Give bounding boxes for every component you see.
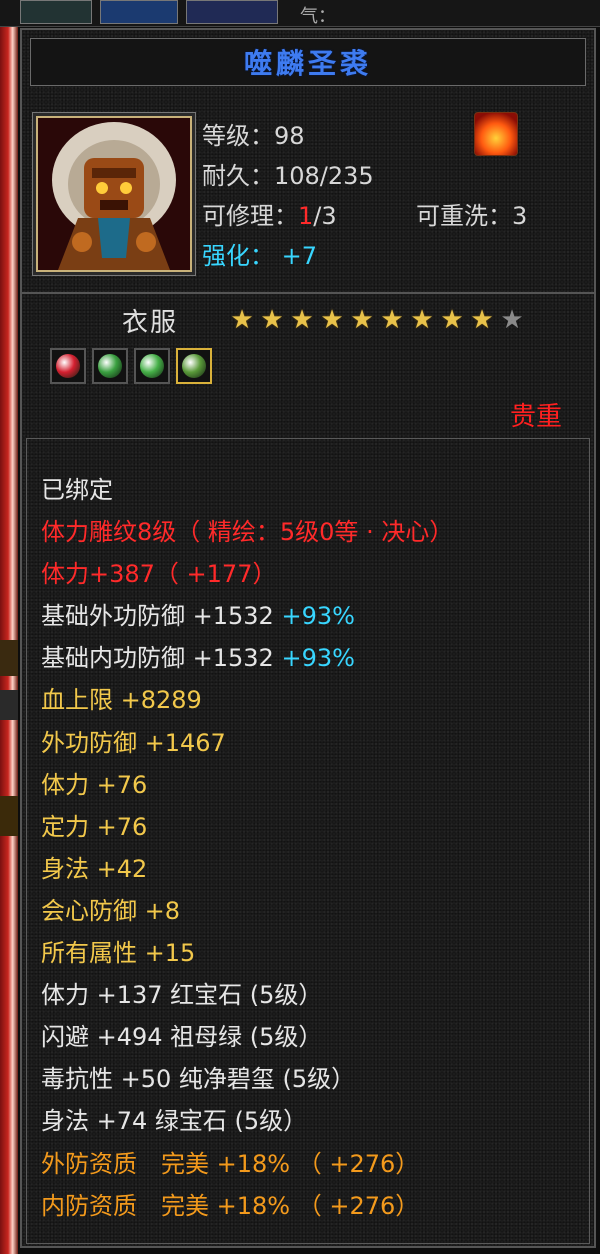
gem-attr: 身法 +74 绿宝石 (5级） (41, 1107, 308, 1136)
stamina-main-attr: 体力+387（ +177） (41, 560, 277, 589)
star-icon: ★ (290, 305, 314, 335)
star-icon: ★ (260, 305, 284, 335)
star-icon: ★ (320, 305, 344, 335)
fire-set-icon[interactable] (474, 112, 518, 156)
red-gem-icon[interactable] (50, 348, 86, 384)
star-icon: ★ (470, 305, 494, 335)
item-tooltip: 噬麟圣裘 等级：98 耐久：108/235 可修理：1/3 可重洗：3 强化： … (20, 28, 596, 1248)
hud-fragment (0, 690, 18, 720)
enhance-row: 强化： +7 (202, 236, 317, 271)
engrave-attr: 体力雕纹8级（ 精绘：5级0等 · 决心） (41, 518, 454, 547)
hud-slot[interactable] (100, 0, 178, 24)
slot-label: 衣服 (122, 308, 179, 338)
jade-gem-icon[interactable] (176, 348, 212, 384)
hud-slot[interactable] (186, 0, 278, 24)
crit-def-attr: 会心防御 +8 (41, 896, 181, 925)
durability-label: 耐久：108/235 (202, 162, 374, 190)
hud-fragment (0, 796, 18, 836)
base-ext-def-row: 基础外功防御 +1532 +93% (41, 595, 453, 637)
star-icon: ★ (350, 305, 374, 335)
repair-row: 可修理：1/3 (202, 196, 337, 231)
repair-used: 1 (298, 202, 314, 230)
item-portrait (36, 116, 192, 272)
star-icon: ★ (410, 305, 434, 335)
agility-attr: 身法 +42 (41, 854, 148, 883)
enhance-value: +7 (281, 242, 318, 270)
star-icon: ★ (380, 305, 404, 335)
ext-def-attr: 外功防御 +1467 (41, 728, 226, 757)
base-int-def-pct: +93% (281, 644, 355, 673)
base-ext-def: 基础外功防御 +1532 (41, 602, 274, 631)
star-icon: ★ (500, 305, 524, 335)
star-icon: ★ (440, 305, 464, 335)
green-gem-icon[interactable] (134, 348, 170, 384)
repair-total: /3 (313, 202, 337, 230)
base-int-def-row: 基础内功防御 +1532 +93% (41, 637, 453, 679)
attribute-list: 已绑定 体力雕纹8级（ 精绘：5级0等 · 决心） 体力+387（ +177） … (41, 469, 453, 1227)
reforge-label: 可重洗：3 (416, 202, 528, 230)
gem-attr: 闪避 +494 祖母绿 (5级） (41, 1023, 323, 1052)
star-icon: ★ (230, 305, 254, 335)
stamina-attr: 体力 +76 (41, 770, 148, 799)
title-bar: 噬麟圣裘 (30, 38, 586, 86)
quality-attr: 外防资质 完美 +18% （ +276） (41, 1149, 420, 1178)
all-attr: 所有属性 +15 (41, 939, 196, 968)
bound-status: 已绑定 (41, 476, 113, 504)
rarity-label: 贵重 (509, 402, 562, 432)
hud-fragment (0, 640, 18, 676)
item-name: 噬麟圣裘 (243, 47, 372, 80)
top-hud: 气： (0, 0, 600, 27)
qi-label: 气： (300, 6, 336, 27)
base-int-def: 基础内功防御 +1532 (41, 644, 274, 673)
quality-attr: 内防资质 完美 +18% （ +276） (41, 1191, 420, 1220)
attribute-box: 已绑定 体力雕纹8级（ 精绘：5级0等 · 决心） 体力+387（ +177） … (26, 438, 590, 1244)
enhance-label: 强化： (202, 242, 274, 270)
divider (22, 292, 594, 294)
gem-attr: 体力 +137 红宝石 (5级） (41, 981, 323, 1010)
repair-prefix: 可修理： (202, 202, 298, 230)
gem-sockets (50, 348, 212, 384)
gem-attr: 毒抗性 +50 纯净碧玺 (5级） (41, 1065, 356, 1094)
background-edge (0, 0, 18, 1254)
armor-icon (38, 118, 190, 270)
level-label: 等级：98 (202, 122, 305, 150)
base-ext-def-pct: +93% (281, 602, 355, 631)
green-gem-icon[interactable] (92, 348, 128, 384)
hp-max-attr: 血上限 +8289 (41, 686, 202, 715)
star-rating: ★ ★ ★ ★ ★ ★ ★ ★ ★ ★ (228, 306, 526, 334)
hud-slot[interactable] (20, 0, 92, 24)
focus-attr: 定力 +76 (41, 812, 148, 841)
